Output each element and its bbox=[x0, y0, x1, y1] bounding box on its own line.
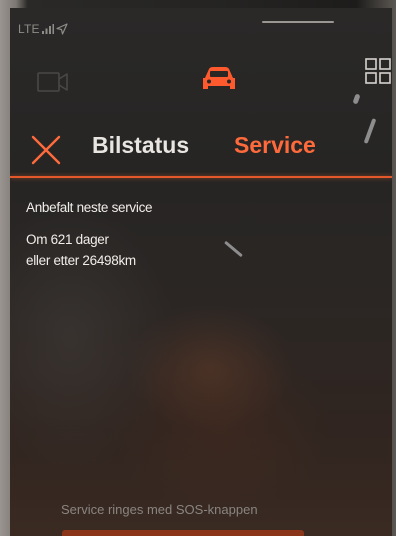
glare-reflection bbox=[363, 118, 377, 144]
sos-service-note: Service ringes med SOS-knappen bbox=[61, 502, 258, 517]
glare-reflection bbox=[224, 240, 243, 258]
signal-bars-icon bbox=[41, 24, 54, 34]
car-icon[interactable] bbox=[199, 65, 239, 98]
service-days-remaining: Om 621 dager bbox=[26, 232, 109, 247]
car-display-screen: LTE Bilstatus Service Anbefalt neste ser… bbox=[10, 8, 392, 536]
glare-reflection bbox=[352, 93, 361, 105]
location-arrow-icon bbox=[56, 23, 68, 35]
header-divider bbox=[10, 176, 392, 178]
network-label: LTE bbox=[18, 22, 40, 36]
service-km-remaining: eller etter 26498km bbox=[26, 253, 136, 268]
status-bar: LTE bbox=[18, 22, 68, 36]
photo-frame: LTE Bilstatus Service Anbefalt neste ser… bbox=[0, 0, 396, 536]
service-heading: Anbefalt neste service bbox=[26, 200, 153, 215]
camera-icon[interactable] bbox=[37, 71, 73, 98]
close-icon[interactable] bbox=[30, 134, 62, 171]
tab-service[interactable]: Service bbox=[234, 132, 316, 159]
tab-bilstatus[interactable]: Bilstatus bbox=[92, 132, 189, 159]
grid-menu-icon[interactable] bbox=[365, 58, 391, 89]
top-handle-bar[interactable] bbox=[262, 21, 334, 23]
call-service-button[interactable] bbox=[62, 530, 304, 536]
